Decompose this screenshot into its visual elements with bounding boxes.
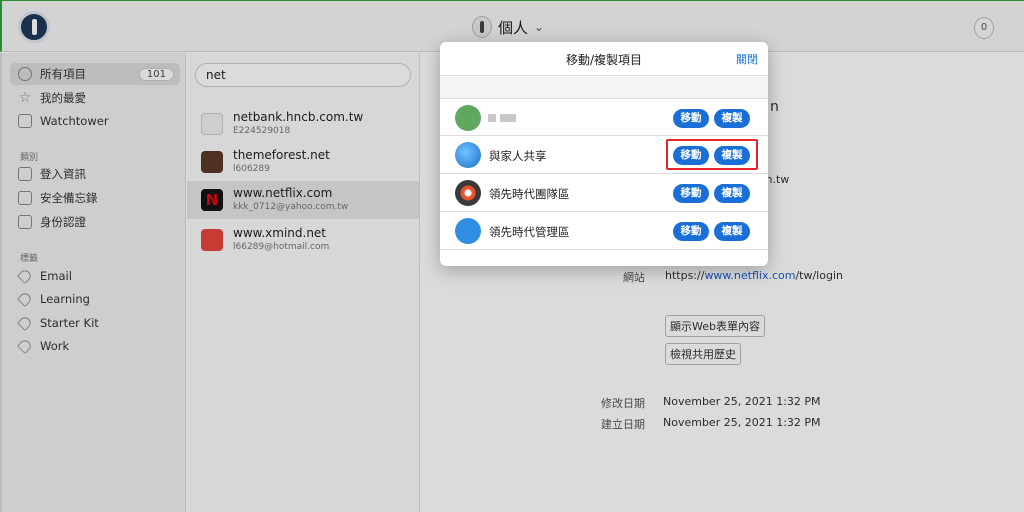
vault-name: 領先時代管理區 (489, 225, 570, 239)
copy-button[interactable]: 複製 (714, 109, 750, 128)
vault-row-admin: 領先時代管理區 移動 複製 (440, 212, 768, 250)
vault-row-family: 與家人共享 移動 複製 (440, 136, 768, 174)
vault-name: 領先時代團隊區 (489, 187, 570, 201)
globe-icon (455, 142, 481, 168)
move-button[interactable]: 移動 (673, 109, 709, 128)
copy-button[interactable]: 複製 (714, 184, 750, 203)
dialog-header: 移動/複製項目 關閉 (440, 42, 768, 76)
move-copy-dialog: 移動/複製項目 關閉 移動 複製 與家人共享 移動 複製 領先時代團隊區 移動 … (440, 42, 768, 266)
copy-button[interactable]: 複製 (714, 222, 750, 241)
vault-name: 與家人共享 (489, 149, 547, 163)
move-button[interactable]: 移動 (673, 184, 709, 203)
vault-row-personal: 移動 複製 (440, 98, 768, 136)
move-button[interactable]: 移動 (673, 222, 709, 241)
redacted-vault-name (488, 114, 516, 122)
close-button[interactable]: 關閉 (736, 51, 758, 67)
move-button[interactable]: 移動 (673, 146, 709, 165)
target-icon (455, 180, 481, 206)
copy-button[interactable]: 複製 (714, 146, 750, 165)
dialog-title: 移動/複製項目 (565, 53, 643, 67)
personal-avatar-icon (455, 105, 481, 131)
vault-row-team: 領先時代團隊區 移動 複製 (440, 174, 768, 212)
tools-icon (455, 218, 481, 244)
